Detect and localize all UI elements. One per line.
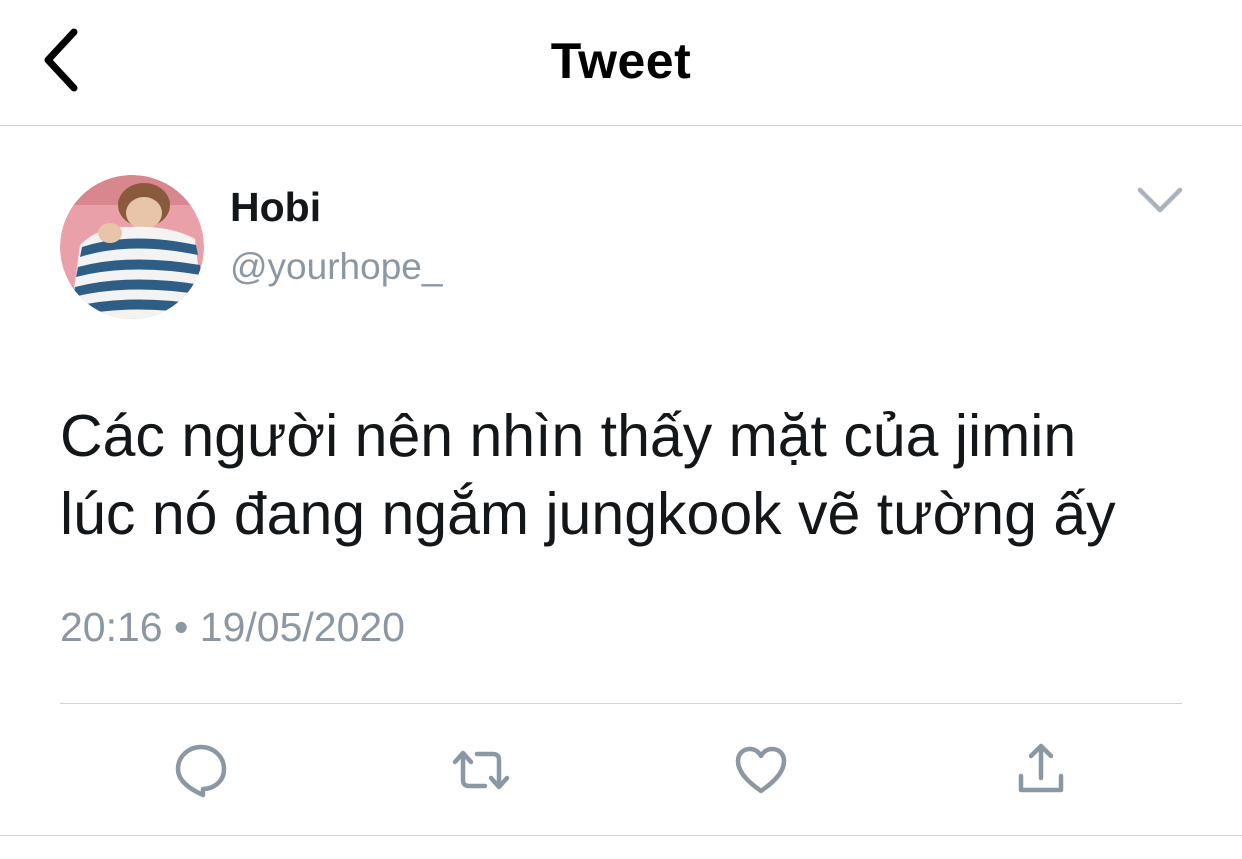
- avatar-photo-icon: [60, 175, 204, 319]
- reply-button[interactable]: [171, 740, 231, 800]
- divider: [60, 703, 1182, 704]
- tweet-text-line: lúc nó đang ngắm jungkook vẽ tường ấy: [60, 481, 1116, 547]
- like-heart-icon: [735, 746, 787, 794]
- reply-icon: [175, 744, 227, 798]
- author-handle[interactable]: @yourhope_: [230, 246, 442, 288]
- author-name[interactable]: Hobi: [230, 184, 321, 231]
- like-button[interactable]: [731, 740, 791, 800]
- timestamp-separator: •: [174, 604, 189, 650]
- page-title: Tweet: [550, 33, 692, 89]
- tweet-text-line: Các người nên nhìn thấy mặt của jimin: [60, 403, 1077, 469]
- retweet-icon: [452, 750, 510, 790]
- tweet-text: Các người nên nhìn thấy mặt của jimin lú…: [60, 397, 1200, 553]
- retweet-button[interactable]: [451, 740, 511, 800]
- top-bar: Tweet: [0, 0, 1242, 126]
- divider: [0, 835, 1242, 836]
- tweet-date: 19/05/2020: [199, 604, 405, 650]
- chevron-down-icon: [1137, 187, 1183, 213]
- avatar[interactable]: [60, 175, 204, 319]
- tweet-timestamp[interactable]: 20:16 • 19/05/2020: [60, 604, 405, 651]
- tweet-menu-button[interactable]: [1132, 176, 1188, 224]
- tweet-time: 20:16: [60, 604, 163, 650]
- share-button[interactable]: [1011, 740, 1071, 800]
- share-icon: [1018, 743, 1064, 793]
